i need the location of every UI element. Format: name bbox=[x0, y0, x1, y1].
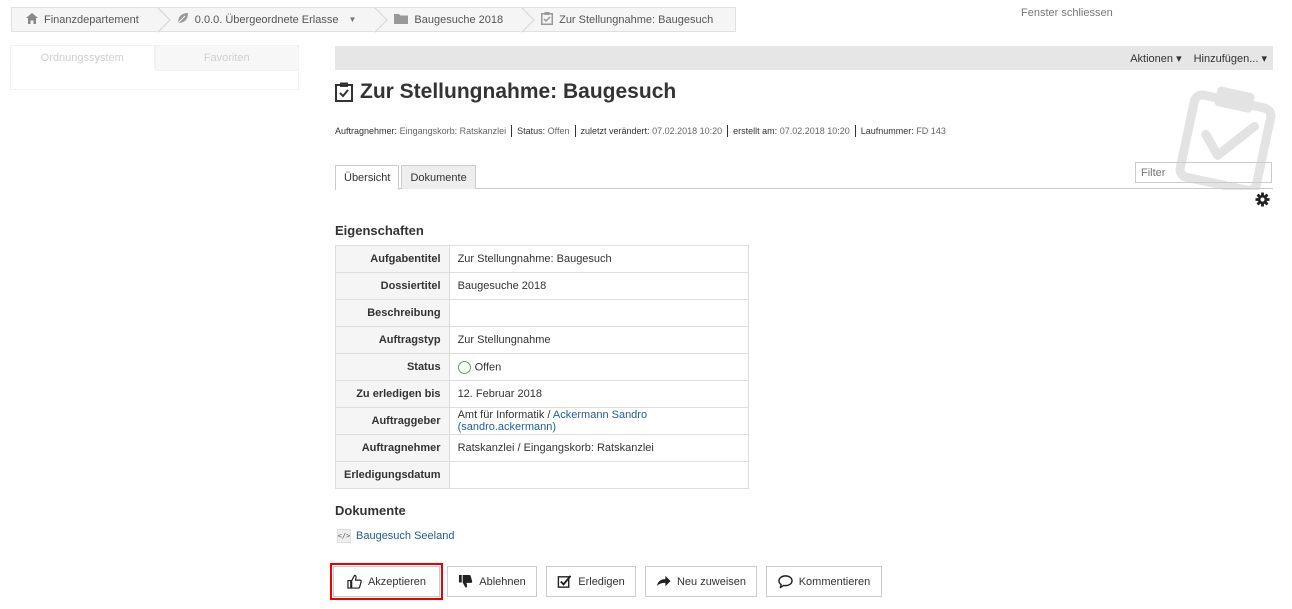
reassign-button[interactable]: Neu zuweisen bbox=[645, 566, 757, 597]
meta-auftragnehmer: Auftragnehmer: Eingangskorb: Ratskanzlei bbox=[335, 125, 513, 137]
property-key: Auftragnehmer bbox=[335, 434, 450, 462]
status-text: Offen bbox=[474, 360, 502, 373]
breadcrumb-item-erlasse[interactable]: 0.0.0. Übergeordnete Erlasse ▼ bbox=[161, 8, 379, 31]
table-row: Erledigungsdatum bbox=[335, 461, 750, 489]
document-item[interactable]: </> Baugesuch Seeland bbox=[337, 529, 454, 543]
property-value: 12. Februar 2018 bbox=[448, 380, 750, 408]
metadata-line: Auftragnehmer: Eingangskorb: Ratskanzlei… bbox=[335, 125, 951, 137]
breadcrumb-label: Baugesuche 2018 bbox=[414, 13, 504, 26]
meta-modified: zuletzt verändert: 07.02.2018 10:20 bbox=[576, 125, 729, 137]
content-tabs: Übersicht Dokumente bbox=[335, 165, 476, 190]
breadcrumb-item-current-task[interactable]: Zur Stellungnahme: Baugesuch bbox=[525, 8, 735, 31]
left-navigation-panel bbox=[10, 71, 299, 90]
task-icon bbox=[335, 82, 353, 102]
property-value: Zur Stellungnahme bbox=[448, 326, 750, 354]
page-title-text: Zur Stellungnahme: Baugesuch bbox=[360, 80, 677, 103]
thumbs-down-icon bbox=[459, 574, 473, 588]
breadcrumb-label: Finanzdepartement bbox=[44, 13, 139, 26]
tab-uebersicht[interactable]: Übersicht bbox=[335, 165, 400, 190]
document-link[interactable]: Baugesuch Seeland bbox=[356, 530, 454, 542]
close-window-link[interactable]: Fenster schliessen bbox=[1021, 7, 1113, 19]
property-key: Zu erledigen bis bbox=[335, 380, 450, 408]
documents-heading: Dokumente bbox=[335, 503, 406, 518]
property-key: Erledigungsdatum bbox=[335, 461, 450, 489]
comment-button[interactable]: Kommentieren bbox=[766, 566, 882, 597]
breadcrumb-label: Zur Stellungnahme: Baugesuch bbox=[559, 13, 714, 26]
page-title: Zur Stellungnahme: Baugesuch bbox=[335, 80, 676, 104]
code-file-icon: </> bbox=[337, 529, 351, 543]
properties-heading: Eigenschaften bbox=[335, 223, 424, 238]
table-row: Auftragstyp Zur Stellungnahme bbox=[335, 326, 750, 354]
meta-created: erstellt am: 07.02.2018 10:20 bbox=[728, 125, 856, 137]
filter-input[interactable] bbox=[1135, 162, 1272, 183]
breadcrumb: Finanzdepartement 0.0.0. Übergeordnete E… bbox=[11, 7, 737, 32]
property-key: Status bbox=[335, 353, 450, 381]
check-square-icon bbox=[557, 575, 572, 588]
reject-button[interactable]: Ablehnen bbox=[447, 566, 537, 597]
arrow-right-icon bbox=[656, 575, 671, 587]
property-key: Auftragstyp bbox=[335, 326, 450, 354]
hinzufuegen-menu[interactable]: Hinzufügen... ▾ bbox=[1188, 52, 1273, 65]
property-key: Dossiertitel bbox=[335, 272, 450, 300]
breadcrumb-label: 0.0.0. Übergeordnete Erlasse bbox=[194, 13, 339, 26]
meta-status: Status: Offen bbox=[512, 125, 576, 137]
status-open-icon bbox=[457, 360, 471, 374]
table-row: Beschreibung bbox=[335, 299, 750, 327]
property-value: Zur Stellungnahme: Baugesuch bbox=[448, 245, 750, 273]
gear-icon[interactable] bbox=[1255, 192, 1270, 207]
breadcrumb-item-baugesuche[interactable]: Baugesuche 2018 bbox=[378, 8, 525, 31]
property-value: Baugesuche 2018 bbox=[448, 272, 750, 300]
task-icon bbox=[541, 11, 554, 28]
tab-ordnungssystem[interactable]: Ordnungssystem bbox=[10, 45, 155, 71]
property-key: Beschreibung bbox=[335, 299, 450, 327]
actions-bar: Aktionen ▾ Hinzufügen... ▾ bbox=[335, 46, 1273, 70]
breadcrumb-item-finanzdepartement[interactable]: Finanzdepartement bbox=[12, 8, 161, 31]
chevron-down-icon[interactable]: ▼ bbox=[348, 15, 356, 24]
property-value bbox=[448, 299, 750, 327]
accept-button[interactable]: Akzeptieren bbox=[330, 563, 443, 600]
meta-laufnummer: Laufnummer: FD 143 bbox=[860, 126, 946, 136]
complete-button[interactable]: Erledigen bbox=[546, 566, 636, 597]
auftraggeber-org: Amt für Informatik / bbox=[457, 409, 553, 421]
table-row: Status Offen bbox=[335, 353, 750, 381]
property-key: Auftraggeber bbox=[335, 407, 450, 435]
comment-icon bbox=[777, 575, 793, 589]
table-row: Aufgabentitel Zur Stellungnahme: Baugesu… bbox=[335, 245, 750, 273]
property-value: Ratskanzlei / Eingangskorb: Ratskanzlei bbox=[448, 434, 750, 462]
aktionen-menu[interactable]: Aktionen ▾ bbox=[1124, 52, 1187, 65]
property-value: Amt für Informatik / Ackermann Sandro (s… bbox=[448, 407, 750, 435]
home-icon bbox=[26, 12, 38, 27]
table-row: Dossiertitel Baugesuche 2018 bbox=[335, 272, 750, 300]
folder-icon bbox=[394, 13, 409, 27]
property-key: Aufgabentitel bbox=[335, 245, 450, 273]
tab-dokumente[interactable]: Dokumente bbox=[401, 165, 476, 189]
left-navigation: Ordnungssystem Favoriten bbox=[10, 45, 299, 90]
leaf-icon bbox=[177, 12, 189, 27]
table-row: Auftragnehmer Ratskanzlei / Eingangskorb… bbox=[335, 434, 750, 462]
table-row: Auftraggeber Amt für Informatik / Ackerm… bbox=[335, 407, 750, 435]
properties-table: Aufgabentitel Zur Stellungnahme: Baugesu… bbox=[335, 245, 750, 489]
tab-favoriten[interactable]: Favoriten bbox=[154, 45, 299, 71]
table-row: Zu erledigen bis 12. Februar 2018 bbox=[335, 380, 750, 408]
thumbs-up-icon bbox=[347, 574, 362, 589]
property-value: Offen bbox=[448, 353, 750, 381]
property-value bbox=[448, 461, 750, 489]
